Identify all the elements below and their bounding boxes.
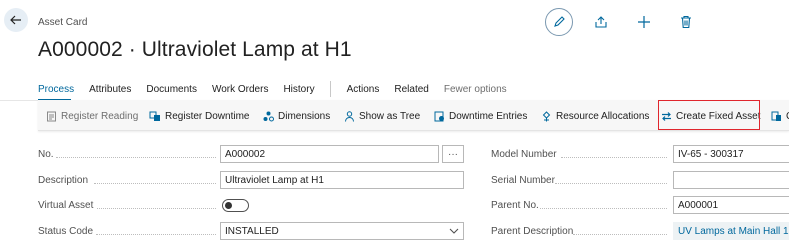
parent-no-label: Parent No. [491,200,539,211]
delete-button[interactable] [676,12,696,32]
register-downtime-label: Register Downtime [165,110,250,122]
toggle-knob [225,202,232,209]
plus-icon [638,16,650,28]
register-reading-button[interactable]: Register Reading [46,109,138,123]
page-title: A000002 · Ultraviolet Lamp at H1 [38,38,352,61]
back-button[interactable] [4,8,28,32]
edit-button[interactable] [545,8,573,36]
virtual-asset-toggle[interactable] [222,199,249,212]
model-number-label: Model Number [491,149,557,160]
resource-allocations-label: Resource Allocations [556,110,650,122]
description-field[interactable]: Ultraviolet Lamp at H1 [220,171,464,189]
tab-documents[interactable]: Documents [146,84,197,95]
show-as-tree-label: Show as Tree [359,110,421,122]
fewer-options-link[interactable]: Fewer options [444,84,507,95]
leader-dots [97,208,216,209]
chevron-down-icon [449,228,459,234]
tab-process[interactable]: Process [38,84,74,101]
parent-description-label: Parent Description [491,226,574,237]
assist-edit-button[interactable]: ··· [442,145,464,163]
downtime-entries-button[interactable]: Downtime Entries [434,109,527,123]
dimensions-icon [263,111,274,121]
leader-dots [56,157,216,158]
leader-dots [573,234,667,235]
leader-dots [561,157,667,158]
resource-allocations-button[interactable]: Resource Allocations [541,109,649,123]
pencil-icon [554,16,565,27]
no-field[interactable]: A000002 [220,145,439,163]
serial-number-label: Serial Number [491,175,555,186]
reading-icon [47,111,56,121]
entries-icon [434,111,444,121]
tab-separator [329,81,331,97]
report-icon [771,111,781,121]
arrow-left-icon [10,15,21,25]
parent-description-field: UV Lamps at Main Hall 1 [673,222,789,240]
tab-attributes[interactable]: Attributes [89,84,131,95]
new-button[interactable] [634,12,654,32]
status-code-label: Status Code [38,226,94,237]
tab-actions[interactable]: Actions [347,84,380,95]
no-label: No. [38,149,54,160]
tab-history[interactable]: History [283,84,314,95]
register-downtime-button[interactable]: Register Downtime [149,109,249,123]
share-icon [595,16,607,28]
tree-icon [345,110,354,122]
virtual-asset-label: Virtual Asset [38,200,94,211]
dimensions-label: Dimensions [278,110,331,122]
show-as-tree-button[interactable]: Show as Tree [344,109,420,123]
parent-no-field[interactable]: A000001 [673,196,789,214]
tab-work-orders[interactable]: Work Orders [212,84,269,95]
tab-related[interactable]: Related [394,84,428,95]
leader-dots [555,183,667,184]
share-button[interactable] [591,12,611,32]
downtime-entries-label: Downtime Entries [449,110,528,122]
leader-dots [94,183,216,184]
allocations-icon [542,110,551,121]
serial-number-field[interactable] [673,171,789,189]
model-number-field[interactable]: IV-65 - 300317 [673,145,789,163]
leader-dots [96,234,216,235]
dimensions-button[interactable]: Dimensions [263,109,330,123]
action-tabs: Process Attributes Documents Work Orders… [38,81,522,101]
register-reading-label: Register Reading [61,110,139,122]
highlight-box [658,100,760,130]
description-label: Description [38,175,89,186]
page-caption: Asset Card [38,17,88,28]
downtime-icon [149,111,160,121]
leader-dots [540,208,667,209]
status-code-value: INSTALLED [225,226,279,237]
trash-icon [681,15,691,29]
overflow-action-button[interactable]: C [771,109,789,123]
status-code-select[interactable]: INSTALLED [220,222,464,240]
